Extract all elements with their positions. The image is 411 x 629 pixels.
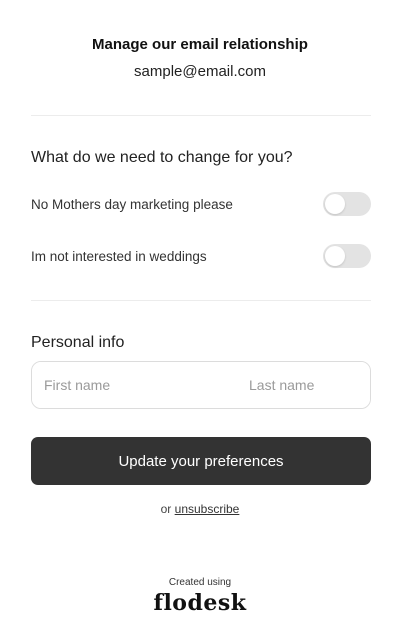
created-using-text: Created using	[168, 577, 232, 588]
unsubscribe-link[interactable]: unsubscribe	[175, 502, 240, 516]
subscriber-email: sample@email.com	[134, 63, 266, 80]
or-text: or	[160, 502, 172, 516]
divider	[31, 115, 371, 116]
divider	[31, 300, 371, 301]
preference-row-weddings: Im not interested in weddings	[31, 244, 371, 270]
update-preferences-button[interactable]: Update your preferences	[31, 437, 371, 485]
last-name-input[interactable]	[237, 362, 370, 408]
preference-label: No Mothers day marketing please	[31, 197, 233, 212]
first-name-input[interactable]	[32, 362, 237, 408]
page-title: Manage our email relationship	[92, 36, 308, 53]
flodesk-logo[interactable]: flodesk	[0, 590, 400, 616]
toggle-knob	[325, 194, 345, 214]
weddings-toggle[interactable]	[323, 244, 371, 268]
unsubscribe-line: or unsubscribe	[0, 502, 400, 516]
preference-row-mothers-day: No Mothers day marketing please	[31, 192, 371, 218]
email-preferences-page: Manage our email relationship sample@ema…	[0, 0, 411, 629]
personal-info-heading: Personal info	[31, 334, 125, 351]
toggle-knob	[325, 246, 345, 266]
preference-label: Im not interested in weddings	[31, 249, 207, 264]
name-fields-group	[31, 361, 371, 409]
mothers-day-toggle[interactable]	[323, 192, 371, 216]
preferences-heading: What do we need to change for you?	[31, 149, 293, 166]
